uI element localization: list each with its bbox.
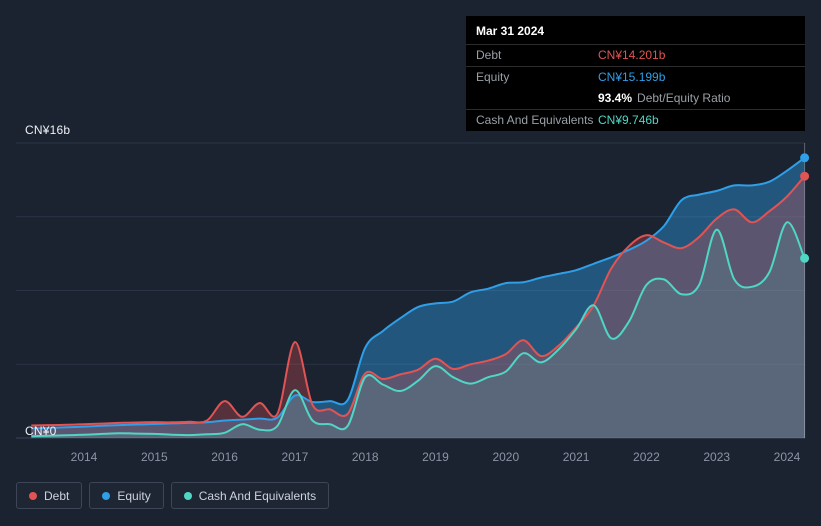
tooltip-equity-row: Equity CN¥15.199b xyxy=(466,66,805,88)
debt-equity-history-page: { "colors": { "background": "#1b2230", "… xyxy=(0,0,821,526)
tooltip-date: Mar 31 2024 xyxy=(476,24,545,38)
x-axis-year-label: 2015 xyxy=(141,450,168,464)
x-axis-year-label: 2014 xyxy=(71,450,98,464)
tooltip-ratio-row: 93.4% Debt/Equity Ratio xyxy=(466,88,805,109)
equity-legend-dot xyxy=(102,491,111,500)
cash-end-dot xyxy=(800,253,810,263)
tooltip-ratio-label: Debt/Equity Ratio xyxy=(637,91,731,105)
cash-legend-dot xyxy=(183,491,192,500)
y-axis-min-label: CN¥0 xyxy=(25,424,57,438)
x-axis-year-label: 2024 xyxy=(774,450,801,464)
x-axis-year-label: 2017 xyxy=(282,450,309,464)
equity-end-dot xyxy=(800,153,810,163)
legend-cash-label: Cash And Equivalents xyxy=(198,488,317,503)
tooltip-cash-row: Cash And Equivalents CN¥9.746b xyxy=(466,109,805,131)
x-axis-year-label: 2023 xyxy=(703,450,730,464)
debt-legend-dot xyxy=(29,491,37,500)
legend-cash-toggle[interactable]: Cash And Equivalents xyxy=(170,482,330,509)
legend-equity-label: Equity xyxy=(117,488,151,503)
chart-legend: Debt Equity Cash And Equivalents xyxy=(16,482,336,509)
x-axis-year-label: 2021 xyxy=(563,450,590,464)
legend-equity-toggle[interactable]: Equity xyxy=(89,482,164,509)
tooltip-debt-label: Debt xyxy=(476,48,502,62)
x-axis-year-label: 2020 xyxy=(492,450,519,464)
tooltip-debt-row: Debt CN¥14.201b xyxy=(466,44,805,66)
x-axis-year-label: 2019 xyxy=(422,450,449,464)
legend-debt-toggle[interactable]: Debt xyxy=(16,482,83,509)
debt-end-dot xyxy=(800,171,810,181)
tooltip-cash-label: Cash And Equivalents xyxy=(476,113,594,127)
tooltip-ratio-value: 93.4% xyxy=(598,91,633,105)
x-axis-year-label: 2016 xyxy=(211,450,238,464)
legend-debt-label: Debt xyxy=(44,488,70,503)
x-axis-year-label: 2018 xyxy=(352,450,379,464)
tooltip-debt-value: CN¥14.201b xyxy=(598,48,666,62)
chart-tooltip: Mar 31 2024 Debt CN¥14.201b Equity CN¥15… xyxy=(466,16,805,131)
x-axis-year-label: 2022 xyxy=(633,450,660,464)
y-axis-max-label: CN¥16b xyxy=(25,123,71,137)
tooltip-equity-label: Equity xyxy=(476,70,510,84)
tooltip-cash-value: CN¥9.746b xyxy=(598,113,659,127)
tooltip-ratio: 93.4% Debt/Equity Ratio xyxy=(598,91,730,105)
tooltip-equity-value: CN¥15.199b xyxy=(598,70,666,84)
